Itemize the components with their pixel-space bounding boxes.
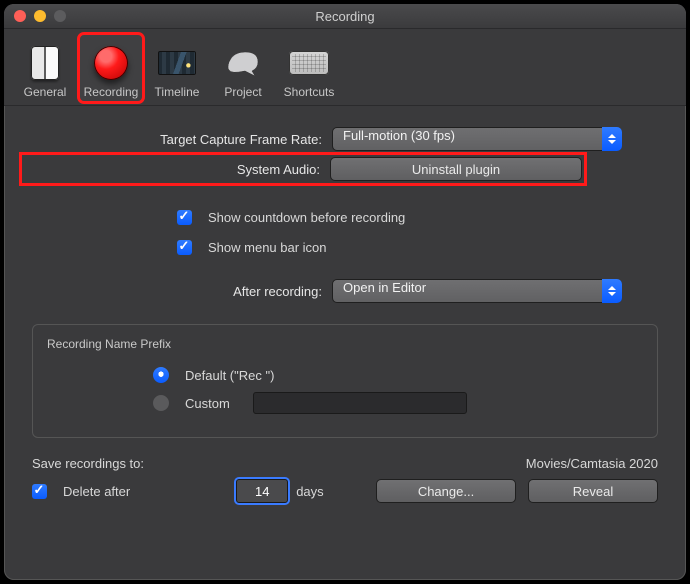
save-section: Save recordings to: Movies/Camtasia 2020…	[22, 438, 668, 503]
after-recording-value: Open in Editor	[332, 279, 622, 303]
uninstall-plugin-button[interactable]: Uninstall plugin	[330, 157, 582, 181]
frame-rate-value: Full-motion (30 fps)	[332, 127, 622, 151]
window-controls	[4, 10, 66, 22]
group-title: Recording Name Prefix	[43, 333, 647, 361]
window-title: Recording	[4, 9, 686, 24]
tab-project[interactable]: Project	[210, 33, 276, 103]
tab-label: Project	[224, 85, 261, 99]
general-icon	[31, 46, 59, 80]
tab-bar: General Recording Timeline Project Short…	[4, 29, 686, 106]
frame-rate-select[interactable]: Full-motion (30 fps)	[332, 127, 622, 151]
minimize-window-button[interactable]	[34, 10, 46, 22]
keyboard-icon	[289, 51, 329, 75]
recording-pane: Target Capture Frame Rate: Full-motion (…	[4, 106, 686, 580]
project-icon	[225, 50, 261, 76]
prefix-custom-input[interactable]	[253, 392, 467, 414]
tab-shortcuts[interactable]: Shortcuts	[276, 33, 342, 103]
show-menubar-label: Show menu bar icon	[208, 240, 327, 255]
show-countdown-label: Show countdown before recording	[208, 210, 405, 225]
after-recording-label: After recording:	[22, 284, 332, 299]
change-button[interactable]: Change...	[376, 479, 516, 503]
save-to-label: Save recordings to:	[32, 456, 144, 471]
titlebar: Recording	[4, 4, 686, 29]
timeline-icon	[158, 51, 196, 75]
show-countdown-checkbox[interactable]	[177, 210, 192, 225]
reveal-button[interactable]: Reveal	[528, 479, 658, 503]
row-system-audio: System Audio: Uninstall plugin	[22, 154, 668, 184]
zoom-window-button[interactable]	[54, 10, 66, 22]
prefix-default-radio[interactable]	[153, 367, 169, 383]
system-audio-label: System Audio:	[22, 162, 330, 177]
delete-after-checkbox[interactable]	[32, 484, 47, 499]
row-show-menubar: Show menu bar icon	[22, 232, 668, 262]
days-label: days	[296, 484, 323, 499]
delete-after-label: Delete after	[63, 484, 130, 499]
close-window-button[interactable]	[14, 10, 26, 22]
row-show-countdown: Show countdown before recording	[22, 202, 668, 232]
prefix-default-label: Default ("Rec ")	[185, 368, 274, 383]
delete-after-days-input[interactable]	[236, 479, 288, 503]
prefix-custom-label: Custom	[185, 396, 245, 411]
preferences-window: Recording General Recording Timeline Pro…	[4, 4, 686, 580]
tab-recording[interactable]: Recording	[78, 33, 144, 103]
tab-timeline[interactable]: Timeline	[144, 33, 210, 103]
tab-general[interactable]: General	[12, 33, 78, 103]
recording-name-prefix-group: Recording Name Prefix Default ("Rec ") C…	[32, 324, 658, 438]
tab-label: General	[24, 85, 67, 99]
frame-rate-label: Target Capture Frame Rate:	[22, 132, 332, 147]
show-menubar-checkbox[interactable]	[177, 240, 192, 255]
tab-label: Timeline	[155, 85, 200, 99]
row-frame-rate: Target Capture Frame Rate: Full-motion (…	[22, 124, 668, 154]
save-to-path: Movies/Camtasia 2020	[526, 456, 658, 471]
after-recording-select[interactable]: Open in Editor	[332, 279, 622, 303]
record-icon	[94, 46, 128, 80]
tab-label: Shortcuts	[284, 85, 335, 99]
row-after-recording: After recording: Open in Editor	[22, 276, 668, 306]
tab-label: Recording	[84, 85, 139, 99]
prefix-custom-radio[interactable]	[153, 395, 169, 411]
